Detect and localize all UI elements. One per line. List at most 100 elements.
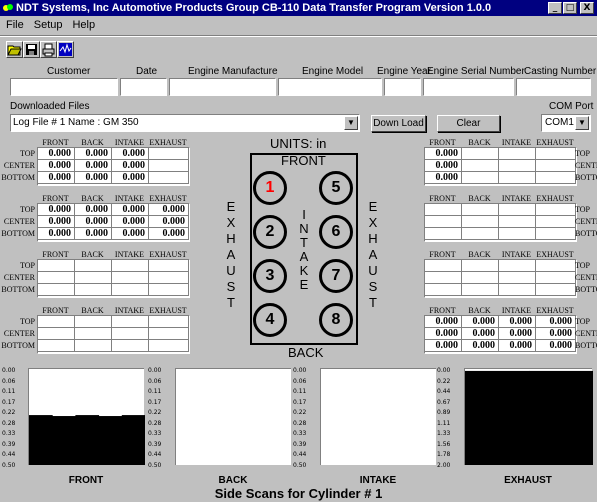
table-cell[interactable]: 0.000 [75, 160, 112, 172]
table-cell[interactable] [75, 272, 112, 284]
table-cell[interactable]: 0.000 [75, 216, 112, 228]
table-cell[interactable]: 0.000 [425, 160, 462, 172]
table-cell[interactable] [462, 228, 499, 240]
table-cell[interactable] [112, 328, 149, 340]
table-cell[interactable] [499, 148, 536, 160]
table-cell[interactable]: 0.000 [536, 328, 576, 340]
table-cell[interactable] [38, 340, 75, 352]
table-cell[interactable] [112, 260, 149, 272]
graph-icon[interactable] [57, 41, 74, 58]
table-cell[interactable]: 0.000 [462, 340, 499, 352]
table-cell[interactable] [536, 272, 576, 284]
table-cell[interactable]: 0.000 [112, 204, 149, 216]
table-cell[interactable]: 0.000 [38, 160, 75, 172]
table-cell[interactable]: 0.000 [425, 316, 462, 328]
table-cell[interactable]: 0.000 [112, 216, 149, 228]
table-cell[interactable] [112, 272, 149, 284]
table-cell[interactable] [499, 272, 536, 284]
cylinder-8-button[interactable]: 8 [319, 303, 353, 337]
table-cell[interactable] [149, 260, 189, 272]
table-cell[interactable] [149, 340, 189, 352]
table-cell[interactable]: 0.000 [75, 228, 112, 240]
table-cell[interactable] [149, 284, 189, 296]
engine-year-field[interactable] [384, 78, 421, 96]
table-cell[interactable]: 0.000 [425, 328, 462, 340]
close-button[interactable]: X [580, 2, 594, 14]
com-port-select[interactable]: COM1 ▼ [541, 114, 591, 132]
date-field[interactable] [120, 78, 167, 96]
minimize-button[interactable]: _ [548, 2, 562, 14]
chevron-down-icon[interactable]: ▼ [575, 116, 589, 130]
table-cell[interactable] [75, 340, 112, 352]
table-cell[interactable] [499, 172, 536, 184]
table-cell[interactable] [75, 284, 112, 296]
table-cell[interactable] [149, 272, 189, 284]
cylinder-6-button[interactable]: 6 [319, 215, 353, 249]
engine-manufacture-field[interactable] [169, 78, 276, 96]
engine-model-field[interactable] [278, 78, 382, 96]
cylinder-5-button[interactable]: 5 [319, 171, 353, 205]
maximize-button[interactable]: □ [563, 2, 577, 14]
cylinder-4-button[interactable]: 4 [253, 303, 287, 337]
table-cell[interactable] [75, 328, 112, 340]
cylinder-7-button[interactable]: 7 [319, 259, 353, 293]
menu-file[interactable]: File [6, 19, 24, 31]
open-folder-icon[interactable] [6, 41, 23, 58]
print-icon[interactable] [40, 41, 57, 58]
table-cell[interactable] [536, 228, 576, 240]
chevron-down-icon[interactable]: ▼ [344, 116, 358, 130]
table-cell[interactable]: 0.000 [75, 172, 112, 184]
table-cell[interactable] [536, 260, 576, 272]
save-disk-icon[interactable] [23, 41, 40, 58]
table-cell[interactable]: 0.000 [425, 148, 462, 160]
table-cell[interactable]: 0.000 [38, 204, 75, 216]
table-cell[interactable] [75, 260, 112, 272]
table-cell[interactable]: 0.000 [112, 148, 149, 160]
table-cell[interactable]: 0.000 [75, 204, 112, 216]
downloaded-files-select[interactable]: Log File # 1 Name : GM 350 ▼ [10, 114, 360, 132]
cylinder-2-button[interactable]: 2 [253, 215, 287, 249]
table-cell[interactable] [425, 272, 462, 284]
table-cell[interactable]: 0.000 [149, 216, 189, 228]
table-cell[interactable] [149, 328, 189, 340]
table-cell[interactable]: 0.000 [38, 216, 75, 228]
table-cell[interactable] [425, 204, 462, 216]
table-cell[interactable] [499, 216, 536, 228]
table-cell[interactable]: 0.000 [499, 328, 536, 340]
table-cell[interactable] [425, 216, 462, 228]
table-cell[interactable] [38, 316, 75, 328]
table-cell[interactable] [462, 204, 499, 216]
table-cell[interactable]: 0.000 [425, 172, 462, 184]
table-cell[interactable] [38, 272, 75, 284]
engine-serial-field[interactable] [423, 78, 514, 96]
table-cell[interactable] [38, 284, 75, 296]
table-cell[interactable] [499, 160, 536, 172]
table-cell[interactable] [536, 284, 576, 296]
table-cell[interactable] [149, 316, 189, 328]
table-cell[interactable] [112, 340, 149, 352]
table-cell[interactable]: 0.000 [536, 316, 576, 328]
table-cell[interactable] [536, 216, 576, 228]
table-cell[interactable] [462, 160, 499, 172]
table-cell[interactable] [425, 228, 462, 240]
table-cell[interactable] [462, 172, 499, 184]
menu-setup[interactable]: Setup [34, 19, 63, 31]
table-cell[interactable]: 0.000 [499, 316, 536, 328]
table-cell[interactable]: 0.000 [75, 148, 112, 160]
table-cell[interactable]: 0.000 [112, 228, 149, 240]
table-cell[interactable] [425, 260, 462, 272]
table-cell[interactable]: 0.000 [462, 316, 499, 328]
table-cell[interactable]: 0.000 [112, 172, 149, 184]
table-cell[interactable]: 0.000 [425, 340, 462, 352]
table-cell[interactable] [462, 216, 499, 228]
cylinder-1-button[interactable]: 1 [253, 171, 287, 205]
table-cell[interactable] [536, 160, 576, 172]
table-cell[interactable] [149, 160, 189, 172]
table-cell[interactable] [462, 284, 499, 296]
cylinder-3-button[interactable]: 3 [253, 259, 287, 293]
table-cell[interactable] [536, 204, 576, 216]
clear-button[interactable]: Clear [437, 115, 500, 132]
table-cell[interactable]: 0.000 [112, 160, 149, 172]
table-cell[interactable] [462, 148, 499, 160]
table-cell[interactable]: 0.000 [38, 148, 75, 160]
